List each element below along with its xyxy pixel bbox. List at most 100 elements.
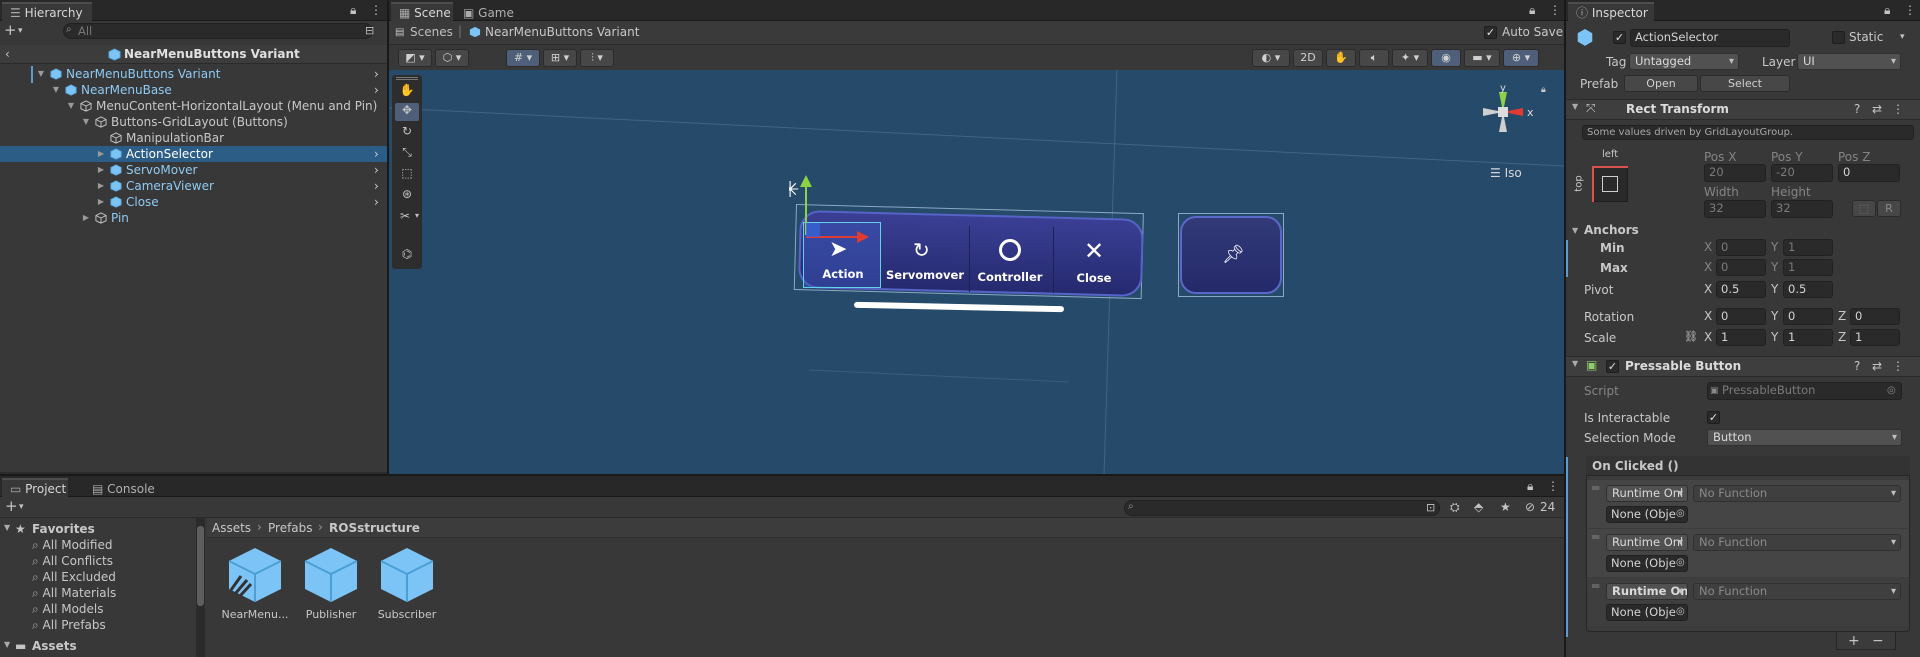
open-prefab-icon[interactable]: › [374,194,379,210]
more-icon[interactable]: ⋮ [1549,3,1561,17]
scale-x-field[interactable]: 1 [1716,329,1766,346]
rect-transform-header[interactable] [1566,99,1920,120]
help-icon[interactable]: ? [1854,102,1860,116]
expand-arrow-icon[interactable]: ▼ [81,114,91,130]
camera-dropdown[interactable]: ▬ ▾ [1464,49,1500,67]
hierarchy-item[interactable]: ▶ ActionSelector › [0,146,387,162]
tab-project[interactable]: ▭ Project [2,478,68,497]
move-tool-icon[interactable]: ✥ [395,103,419,121]
favorite-item[interactable]: ⌕ All Prefabs [32,618,106,633]
close-button[interactable]: ✕ Close [1053,227,1133,293]
expand-arrow-icon[interactable]: ▼ [4,640,10,649]
snap-dropdown[interactable]: ⊞ ▾ [543,49,577,67]
favorite-item[interactable]: ⌕ All Conflicts [32,554,113,569]
iso-label[interactable]: ☰ Iso [1490,166,1522,180]
rotation-z-field[interactable]: 0 [1850,308,1900,325]
open-prefab-button[interactable]: Open [1624,75,1698,92]
hierarchy-search-input[interactable]: All [63,23,373,39]
pin-button[interactable]: 📌︎ [1180,216,1282,294]
more-icon[interactable]: ⋮ [1904,3,1916,17]
function-dropdown[interactable]: No Function [1693,485,1901,502]
expand-arrow-icon[interactable]: ▶ [96,146,106,162]
help-icon[interactable]: ? [1854,359,1860,373]
static-checkbox[interactable] [1832,31,1845,44]
more-icon[interactable]: ⋮ [1892,102,1904,116]
search-scope-icon[interactable]: ⊡ [1426,501,1435,515]
tab-game[interactable]: ▣ Game [455,2,514,21]
open-prefab-icon[interactable]: › [374,82,379,98]
preset-icon[interactable]: ⇄ [1872,359,1882,373]
hierarchy-item[interactable]: ▼ NearMenuBase › [0,82,387,98]
pivot-y-field[interactable]: 0.5 [1783,281,1833,298]
chevron-down-icon[interactable]: ▾ [1900,30,1905,44]
hierarchy-item[interactable]: ▼ Buttons-GridLayout (Buttons) [0,114,387,130]
select-prefab-button[interactable]: Select [1700,75,1790,92]
runtime-dropdown[interactable]: Runtime On [1606,583,1688,600]
asset-item[interactable]: Publisher [296,546,366,646]
lock-icon[interactable]: 🔒︎ [1529,3,1535,17]
pressable-button-header[interactable] [1566,356,1920,377]
lighting-toggle[interactable]: ✋ [1326,49,1356,67]
expand-arrow-icon[interactable]: ▶ [96,178,106,194]
rotation-x-field[interactable]: 0 [1716,308,1766,325]
hierarchy-item[interactable]: ▶ ServoMover › [0,162,387,178]
chevron-down-icon[interactable]: ▾ [18,24,23,38]
effects-dropdown[interactable]: ✦ ▾ [1392,49,1428,67]
tab-hierarchy[interactable]: ☰ Hierarchy [2,2,92,21]
tab-scene[interactable]: ▦ Scene [391,2,453,21]
component-tool-icon[interactable]: ⌬ [395,247,419,265]
back-icon[interactable]: ‹ [5,47,10,61]
open-prefab-icon[interactable]: › [374,162,379,178]
raw-edit-button[interactable]: R [1877,200,1901,217]
expand-arrow-icon[interactable]: ▼ [51,82,61,98]
blueprint-button[interactable]: ⬚ [1852,200,1876,217]
remove-event-icon[interactable]: − [1872,634,1884,648]
scale-z-field[interactable]: 1 [1850,329,1900,346]
hierarchy-item[interactable]: ManipulationBar [0,130,387,146]
chevron-down-icon[interactable]: ▾ [19,500,24,514]
runtime-dropdown[interactable]: Runtime Onl [1606,485,1688,502]
hierarchy-item[interactable]: ▶ Close › [0,194,387,210]
active-checkbox[interactable]: ✓ [1613,31,1626,44]
favorite-icon[interactable]: ★ [1500,500,1511,514]
more-icon[interactable]: ⋮ [370,3,382,17]
scene-viewport[interactable]: ✋ ✥ ↻ ⤡ ⬚ ⊛ ✂ ▾ ⌬ x y 🔒︎ ☰ Iso ➤ Action … [389,70,1564,474]
breadcrumb-rosstructure[interactable]: ROSstructure [329,521,420,535]
open-prefab-icon[interactable]: › [374,178,379,194]
open-prefab-icon[interactable]: › [374,146,379,162]
runtime-dropdown[interactable]: Runtime Onl [1606,534,1688,551]
favorite-item[interactable]: ⌕ All Excluded [32,570,116,585]
object-name-field[interactable]: ActionSelector [1630,29,1790,47]
label-filter-icon[interactable]: ⬘ [1474,500,1483,514]
function-dropdown[interactable]: No Function [1693,534,1901,551]
more-icon[interactable]: ⋮ [1547,479,1559,493]
link-icon[interactable]: ⛓ [1684,330,1698,344]
project-search-input[interactable] [1124,500,1440,516]
breadcrumb-prefab[interactable]: NearMenuButtons Variant [485,25,639,39]
scale-y-field[interactable]: 1 [1783,329,1833,346]
expand-arrow-icon[interactable]: ▼ [4,523,10,532]
draw-mode-dropdown[interactable]: ◩ ▾ [398,49,432,67]
component-enabled-checkbox[interactable]: ✓ [1606,360,1619,373]
add-event-icon[interactable]: + [1848,634,1860,648]
hierarchy-item[interactable]: ▼ MenuContent-HorizontalLayout (Menu and … [0,98,387,114]
function-dropdown[interactable]: No Function [1693,583,1901,600]
transform-tool-icon[interactable]: ⊛ [395,187,419,205]
shading-mode-dropdown[interactable]: ◐ ▾ [1252,49,1290,67]
target-icon[interactable]: ◎ [1676,507,1685,521]
view-options-dropdown[interactable]: ⬡ ▾ [435,49,469,67]
type-filter-icon[interactable]: ⛭ [1450,500,1460,514]
tab-inspector[interactable]: ⓘ Inspector [1568,2,1654,21]
controller-button[interactable]: Controller [969,226,1049,292]
hierarchy-item[interactable]: ▼ NearMenuButtons Variant › [0,66,387,82]
chevron-down-icon[interactable]: ▾ [413,209,421,227]
favorite-item[interactable]: ⌕ All Materials [32,586,116,601]
interactable-checkbox[interactable]: ✓ [1707,411,1720,424]
expand-arrow-icon[interactable]: ▼ [36,66,46,82]
pos-field[interactable]: 0 [1838,164,1900,182]
grid-snap-dropdown[interactable]: # ▾ [506,49,540,67]
layer-dropdown[interactable]: UI [1797,53,1901,70]
favorite-item[interactable]: ⌕ All Models [32,602,104,617]
rotate-tool-icon[interactable]: ↻ [395,124,419,142]
selection-mode-dropdown[interactable]: Button [1707,429,1902,446]
